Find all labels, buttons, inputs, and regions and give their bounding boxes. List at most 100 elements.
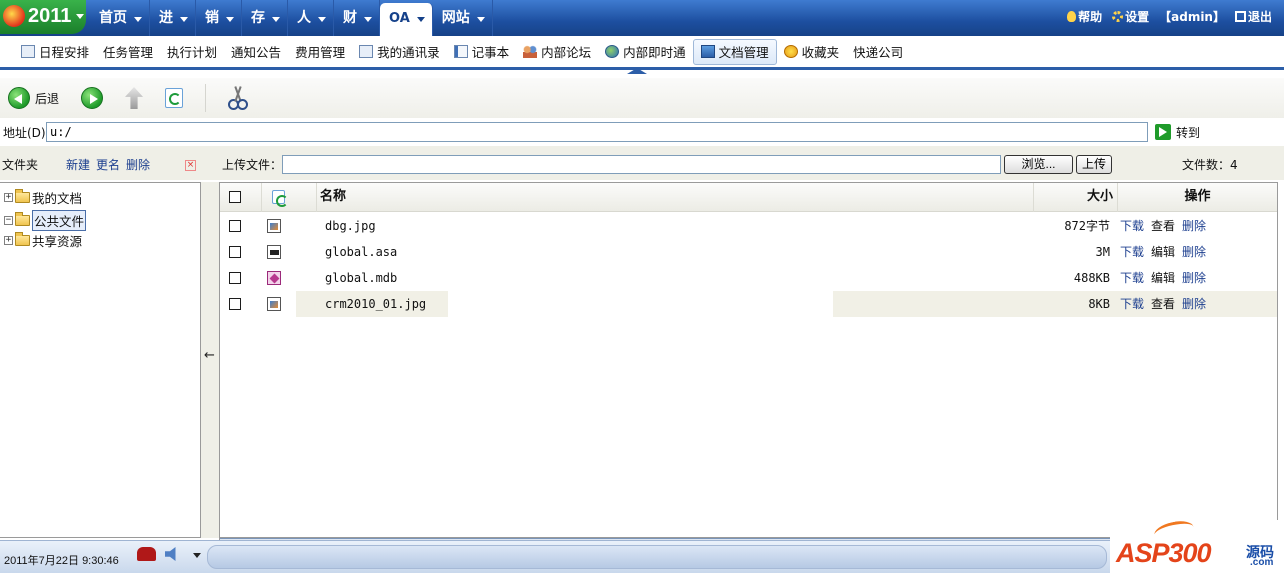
- file-name[interactable]: global.asa: [325, 239, 397, 265]
- help-link[interactable]: 帮助: [1067, 8, 1102, 25]
- module-favorites[interactable]: 收藏夹: [777, 39, 847, 65]
- table-row[interactable]: global.asa 3M 下载 编辑 删除: [220, 239, 1277, 265]
- table-row[interactable]: global.mdb 488KB 下载 编辑 删除: [220, 265, 1277, 291]
- folder-actions: 新建 更名 删除: [66, 156, 150, 173]
- back-button[interactable]: 后退: [8, 87, 59, 109]
- edit-link[interactable]: 编辑: [1151, 265, 1175, 291]
- column-size[interactable]: 大小: [1034, 183, 1118, 212]
- module-expenses[interactable]: 费用管理: [219, 39, 1278, 573]
- nav-finance[interactable]: 财: [334, 0, 380, 36]
- column-name[interactable]: 名称: [317, 183, 1034, 212]
- nav-inventory[interactable]: 存: [242, 0, 288, 36]
- forward-button[interactable]: [81, 87, 104, 109]
- refresh-column: [262, 183, 317, 212]
- cut-button[interactable]: [228, 86, 249, 110]
- delete-link[interactable]: 删除: [1182, 265, 1206, 291]
- download-link[interactable]: 下载: [1120, 291, 1144, 317]
- close-icon[interactable]: ×: [185, 160, 196, 171]
- file-name[interactable]: crm2010_01.jpg: [325, 291, 426, 317]
- tree-node-shared[interactable]: + 共享资源: [4, 231, 82, 250]
- new-folder-link[interactable]: 新建: [66, 156, 90, 173]
- upload-button[interactable]: 上传: [1076, 155, 1112, 174]
- refresh-button[interactable]: [165, 88, 184, 108]
- module-schedule[interactable]: 日程安排: [14, 39, 96, 65]
- module-plans[interactable]: 执行计划: [160, 39, 1278, 573]
- nav-home[interactable]: 首页: [90, 0, 150, 36]
- action-toolbar: 后退: [0, 78, 1284, 118]
- module-messenger[interactable]: 内部即时通: [598, 39, 693, 65]
- table-row[interactable]: dbg.jpg 872字节 下载 查看 删除: [220, 213, 1277, 239]
- row-checkbox[interactable]: [229, 298, 241, 310]
- nav-hr[interactable]: 人: [288, 0, 334, 36]
- status-datetime: 2011年7月22日 9:30:46: [4, 555, 119, 567]
- file-name[interactable]: global.mdb: [325, 265, 397, 291]
- row-checkbox-cell: [229, 213, 241, 239]
- view-link[interactable]: 查看: [1151, 291, 1175, 317]
- table-row-hover[interactable]: crm2010_01.jpg 8KB 下载 查看 删除: [220, 291, 1277, 317]
- up-level-button[interactable]: [125, 87, 144, 109]
- go-button[interactable]: 转到: [1155, 124, 1200, 141]
- row-checkbox[interactable]: [229, 246, 241, 258]
- module-notices[interactable]: 通知公告: [219, 39, 1278, 573]
- delete-folder-link[interactable]: 删除: [126, 156, 150, 173]
- module-courier[interactable]: 快递公司: [219, 39, 1278, 573]
- phone-icon[interactable]: [137, 547, 156, 561]
- logout-label: 退出: [1247, 9, 1272, 24]
- lightbulb-icon: [1067, 10, 1077, 22]
- module-documents[interactable]: 文档管理: [692, 38, 777, 65]
- module-contacts[interactable]: 我的通讯录: [352, 39, 447, 65]
- file-type-cell: [267, 213, 281, 239]
- logo-text: 2011: [28, 5, 72, 27]
- contacts-icon: [359, 45, 374, 58]
- edit-link[interactable]: 编辑: [1151, 239, 1175, 265]
- select-all-checkbox[interactable]: [229, 191, 241, 203]
- module-forum[interactable]: 内部论坛: [516, 39, 598, 65]
- delete-link[interactable]: 删除: [1182, 213, 1206, 239]
- rename-folder-link[interactable]: 更名: [96, 156, 120, 173]
- back-arrow-icon: [8, 87, 30, 109]
- collapse-arrow-icon[interactable]: ←: [204, 348, 215, 363]
- app-logo[interactable]: 2011: [0, 0, 86, 34]
- logout-link[interactable]: 退出: [1234, 8, 1272, 25]
- documents-icon: [700, 45, 715, 58]
- chevron-down-icon: [226, 17, 234, 22]
- download-link[interactable]: 下载: [1120, 213, 1144, 239]
- delete-link[interactable]: 删除: [1182, 239, 1206, 265]
- file-size: 8KB: [1088, 297, 1110, 311]
- expand-icon[interactable]: +: [4, 236, 13, 245]
- collapse-icon[interactable]: −: [4, 216, 13, 225]
- pane-splitter[interactable]: ←: [201, 182, 219, 538]
- nav-website[interactable]: 网站: [433, 0, 493, 36]
- folder-icon: [15, 189, 30, 203]
- address-input[interactable]: [46, 122, 1148, 142]
- forward-arrow-icon: [81, 87, 104, 109]
- expand-icon[interactable]: +: [4, 193, 13, 202]
- column-actions: 操作: [1184, 189, 1211, 204]
- row-checkbox[interactable]: [229, 220, 241, 232]
- folder-icon: [15, 212, 30, 226]
- settings-link[interactable]: 设置: [1112, 8, 1149, 25]
- logo-icon: [3, 5, 25, 27]
- tree-node-my-docs[interactable]: + 我的文档: [4, 188, 82, 207]
- download-link[interactable]: 下载: [1120, 265, 1144, 291]
- speaker-icon[interactable]: [165, 547, 176, 561]
- download-link[interactable]: 下载: [1120, 239, 1144, 265]
- view-link[interactable]: 查看: [1151, 213, 1175, 239]
- file-name[interactable]: dbg.jpg: [325, 213, 376, 239]
- upload-file-input[interactable]: [282, 155, 1001, 174]
- forum-icon: [523, 45, 538, 58]
- module-tasks[interactable]: 任务管理: [96, 39, 1278, 573]
- row-checkbox[interactable]: [229, 272, 241, 284]
- row-actions: 下载 查看 删除: [1120, 291, 1206, 317]
- module-notepad[interactable]: 记事本: [447, 39, 517, 65]
- delete-link[interactable]: 删除: [1182, 291, 1206, 317]
- refresh-icon[interactable]: [272, 190, 288, 207]
- module-label: 文档管理: [718, 45, 769, 60]
- tree-node-public[interactable]: − 公共文件: [4, 210, 87, 231]
- nav-purchase[interactable]: 进: [150, 0, 196, 36]
- browse-button[interactable]: 浏览...: [1004, 155, 1073, 174]
- file-size: 872字节: [1064, 219, 1110, 233]
- nav-sales[interactable]: 销: [196, 0, 242, 36]
- nav-oa[interactable]: OA: [380, 3, 433, 36]
- chevron-down-icon[interactable]: [193, 553, 201, 558]
